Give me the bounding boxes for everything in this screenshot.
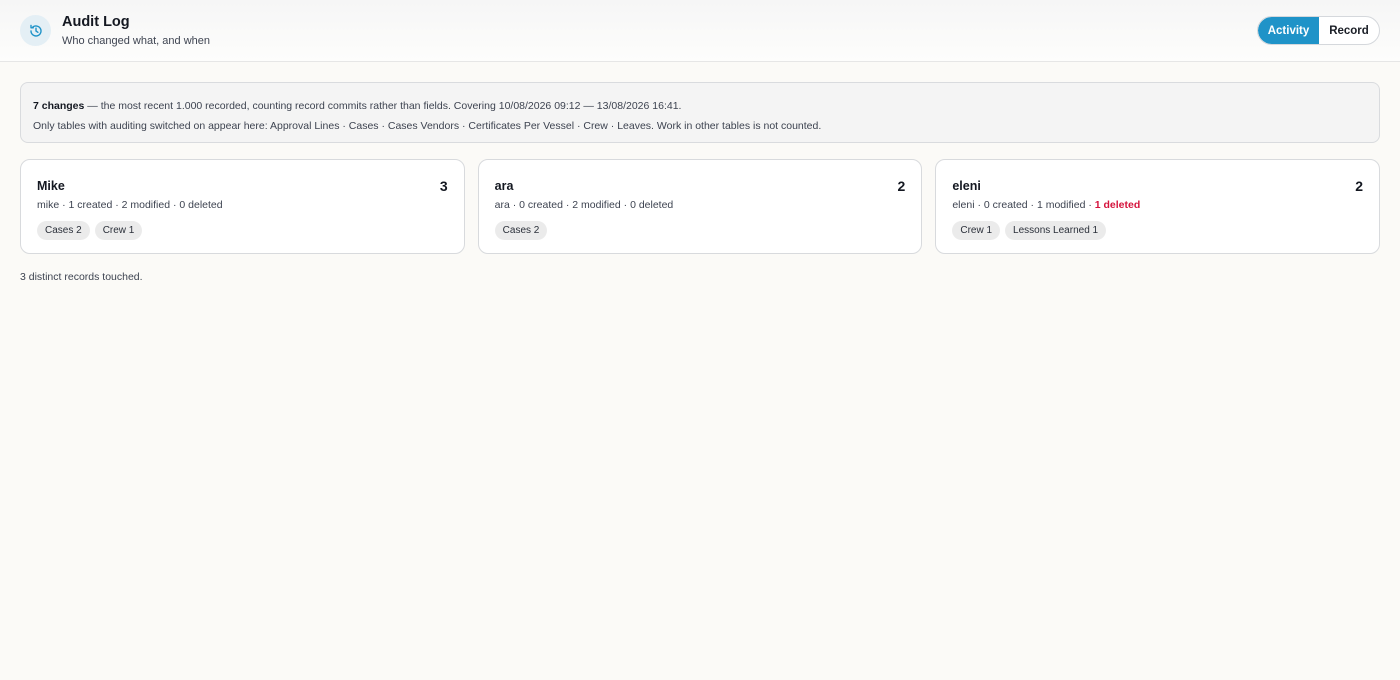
page-title: Audit Log	[62, 14, 130, 30]
user-name: eleni	[952, 179, 981, 193]
table-chip[interactable]: Crew 1	[952, 221, 1001, 240]
summary-panel: 7 changes — the most recent 1.000 record…	[20, 82, 1380, 143]
tab-activity[interactable]: Activity	[1258, 17, 1319, 44]
user-name: Mike	[37, 179, 65, 193]
user-stats: ara · 0 created · 2 modified · 0 deleted	[495, 199, 674, 211]
history-icon	[20, 15, 51, 46]
table-chips: Cases 2 Crew 1	[37, 221, 143, 240]
summary-line-1-text: — the most recent 1.000 recorded, counti…	[84, 100, 682, 112]
table-chip[interactable]: Crew 1	[94, 221, 143, 240]
user-card-eleni[interactable]: eleni 2 eleni · 0 created · 1 modified ·…	[935, 159, 1381, 254]
user-change-count: 3	[439, 178, 448, 194]
table-chip[interactable]: Cases 2	[37, 221, 90, 240]
tab-record[interactable]: Record	[1319, 17, 1379, 44]
summary-line-1: 7 changes — the most recent 1.000 record…	[33, 96, 1367, 116]
user-stats: eleni · 0 created · 1 modified · 1 delet…	[952, 199, 1140, 211]
deleted-count: 1 deleted	[1094, 199, 1141, 211]
summary-line-2: Only tables with auditing switched on ap…	[33, 120, 822, 132]
table-chips: Cases 2	[494, 221, 548, 240]
user-card-ara[interactable]: ara 2 ara · 0 created · 2 modified · 0 d…	[477, 159, 923, 254]
user-stats-text: eleni · 0 created · 1 modified ·	[952, 199, 1095, 211]
user-stats-text: ara · 0 created · 2 modified · 0 deleted	[494, 199, 674, 211]
changes-count: 7 changes	[33, 100, 85, 112]
page-subtitle: Who changed what, and when	[62, 35, 210, 47]
user-card-mike[interactable]: Mike 3 mike · 1 created · 2 modified · 0…	[20, 159, 465, 254]
user-cards: Mike 3 mike · 1 created · 2 modified · 0…	[20, 159, 1381, 254]
user-change-count: 2	[897, 178, 906, 194]
user-stats: mike · 1 created · 2 modified · 0 delete…	[37, 199, 223, 211]
user-name: ara	[494, 179, 514, 193]
user-stats-text: mike · 1 created · 2 modified · 0 delete…	[37, 199, 223, 211]
app-header: Audit Log Who changed what, and when Act…	[0, 0, 1400, 62]
table-chips: Crew 1 Lessons Learned 1	[952, 221, 1107, 240]
view-toggle: Activity Record	[1257, 16, 1380, 45]
table-chip[interactable]: Cases 2	[494, 221, 548, 240]
table-chip[interactable]: Lessons Learned 1	[1005, 221, 1107, 240]
user-change-count: 2	[1355, 178, 1364, 194]
records-touched-note: 3 distinct records touched.	[20, 271, 143, 283]
